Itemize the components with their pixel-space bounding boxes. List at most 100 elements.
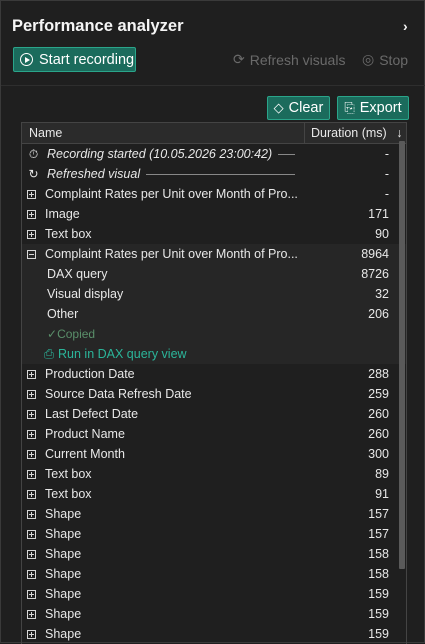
- expand-icon[interactable]: [27, 189, 36, 199]
- expand-icon[interactable]: [27, 529, 36, 539]
- pane-title: Performance analyzer: [12, 17, 184, 35]
- clear-label: Clear: [288, 100, 324, 116]
- stop-button[interactable]: ◎ Stop: [362, 51, 408, 68]
- start-recording-button[interactable]: Start recording: [13, 47, 136, 72]
- expand-icon[interactable]: [27, 629, 36, 639]
- row-label: Complaint Rates per Unit over Month of P…: [45, 187, 298, 201]
- expand-icon[interactable]: [27, 449, 36, 459]
- row-label: Text box: [45, 227, 92, 241]
- row-label: Refreshed visual: [47, 167, 141, 181]
- row-label: Complaint Rates per Unit over Month of P…: [45, 247, 298, 261]
- table-row[interactable]: Other 206: [22, 304, 406, 324]
- table-header: Name Duration (ms) ↓: [22, 123, 406, 144]
- table-row[interactable]: Shape 159: [22, 584, 406, 604]
- table-row[interactable]: Shape 158: [22, 544, 406, 564]
- table-row[interactable]: Visual display 32: [22, 284, 406, 304]
- row-duration: 32: [375, 287, 389, 301]
- row-duration: 206: [368, 307, 389, 321]
- table-row[interactable]: Current Month 300: [22, 444, 406, 464]
- table-row[interactable]: Shape 159: [22, 624, 406, 644]
- table-row[interactable]: ✓ Copied: [22, 324, 406, 344]
- row-name-cell: ↻ Refreshed visual: [22, 167, 305, 181]
- row-name-cell: DAX query: [22, 267, 305, 281]
- table-row[interactable]: Product Name 260: [22, 424, 406, 444]
- table-row[interactable]: DAX query 8726: [22, 264, 406, 284]
- table-row[interactable]: ⎙ Run in DAX query view: [22, 344, 406, 364]
- table-row[interactable]: Text box 89: [22, 464, 406, 484]
- row-label: Shape: [45, 587, 82, 601]
- table-row[interactable]: Shape 157: [22, 504, 406, 524]
- expand-icon[interactable]: [27, 229, 36, 239]
- row-name-cell: Complaint Rates per Unit over Month of P…: [22, 247, 305, 261]
- expand-icon[interactable]: [27, 589, 36, 599]
- refresh-icon: ↻: [28, 167, 39, 181]
- expand-icon[interactable]: [27, 489, 36, 499]
- row-label: Shape: [45, 607, 82, 621]
- eraser-icon: ◇: [273, 100, 284, 115]
- row-label: Text box: [45, 467, 92, 481]
- expand-icon[interactable]: [27, 429, 36, 439]
- timeline-divider: [278, 153, 295, 155]
- row-label: Copied: [57, 327, 96, 341]
- expand-icon[interactable]: [27, 509, 36, 519]
- row-label: Shape: [45, 547, 82, 561]
- column-header-name[interactable]: Name: [22, 123, 305, 143]
- refresh-icon: ⟳: [233, 51, 245, 67]
- results-table: Name Duration (ms) ↓ ⏱ Recording started …: [21, 122, 407, 644]
- row-duration: 300: [368, 447, 389, 461]
- row-duration: 171: [368, 207, 389, 221]
- export-button[interactable]: ⎘ Export: [337, 96, 409, 120]
- table-row[interactable]: Production Date 288: [22, 364, 406, 384]
- expand-icon[interactable]: [27, 609, 36, 619]
- refresh-visuals-button[interactable]: ⟳ Refresh visuals: [233, 51, 345, 68]
- clear-button[interactable]: ◇ Clear: [267, 96, 330, 120]
- refresh-visuals-label: Refresh visuals: [249, 51, 346, 68]
- row-name-cell: Last Defect Date: [22, 407, 305, 421]
- table-row[interactable]: Shape 159: [22, 604, 406, 624]
- table-row[interactable]: Shape 157: [22, 524, 406, 544]
- row-name-cell: ⏱ Recording started (10.05.2026 23:00:42): [22, 147, 305, 162]
- table-row[interactable]: ↻ Refreshed visual -: [22, 164, 406, 184]
- row-duration: 91: [375, 487, 389, 501]
- row-duration: 90: [375, 227, 389, 241]
- table-row[interactable]: Last Defect Date 260: [22, 404, 406, 424]
- row-name-cell: Visual display: [22, 287, 305, 301]
- row-name-cell: Complaint Rates per Unit over Month of P…: [22, 187, 305, 201]
- row-label: Shape: [45, 627, 82, 641]
- row-label[interactable]: Run in DAX query view: [58, 347, 187, 361]
- table-scrollbar[interactable]: [399, 141, 405, 569]
- table-body: ⏱ Recording started (10.05.2026 23:00:42)…: [22, 144, 406, 644]
- table-row[interactable]: Complaint Rates per Unit over Month of P…: [22, 184, 406, 204]
- export-label: Export: [359, 100, 402, 116]
- row-name-cell: Shape: [22, 547, 305, 561]
- row-name-cell: Shape: [22, 507, 305, 521]
- row-label: Recording started (10.05.2026 23:00:42): [47, 147, 273, 161]
- table-row[interactable]: Text box 91: [22, 484, 406, 504]
- expand-icon[interactable]: [27, 469, 36, 479]
- row-name-cell: ✓ Copied: [22, 327, 305, 341]
- expand-icon[interactable]: [27, 549, 36, 559]
- check-icon: ✓: [47, 327, 58, 341]
- collapse-pane-icon[interactable]: ›: [403, 18, 408, 34]
- table-row[interactable]: ⏱ Recording started (10.05.2026 23:00:42)…: [22, 144, 406, 164]
- sort-descending-icon: ↓: [396, 126, 403, 140]
- table-row[interactable]: Text box 90: [22, 224, 406, 244]
- table-row[interactable]: Image 171: [22, 204, 406, 224]
- expand-icon[interactable]: [27, 569, 36, 579]
- column-header-duration[interactable]: Duration (ms) ↓: [305, 126, 406, 140]
- play-circle-icon: [20, 53, 33, 66]
- row-duration: 8726: [361, 267, 389, 281]
- divider: [1, 85, 425, 86]
- row-label: Product Name: [45, 427, 125, 441]
- expand-icon[interactable]: [27, 389, 36, 399]
- row-name-cell: Source Data Refresh Date: [22, 387, 305, 401]
- row-duration: 8964: [361, 247, 389, 261]
- expand-icon[interactable]: [27, 409, 36, 419]
- table-row[interactable]: Complaint Rates per Unit over Month of P…: [22, 244, 406, 264]
- expand-icon[interactable]: [27, 209, 36, 219]
- export-icon: ⎘: [344, 100, 355, 115]
- expand-icon[interactable]: [27, 369, 36, 379]
- table-row[interactable]: Source Data Refresh Date 259: [22, 384, 406, 404]
- table-row[interactable]: Shape 158: [22, 564, 406, 584]
- collapse-icon[interactable]: [27, 249, 36, 259]
